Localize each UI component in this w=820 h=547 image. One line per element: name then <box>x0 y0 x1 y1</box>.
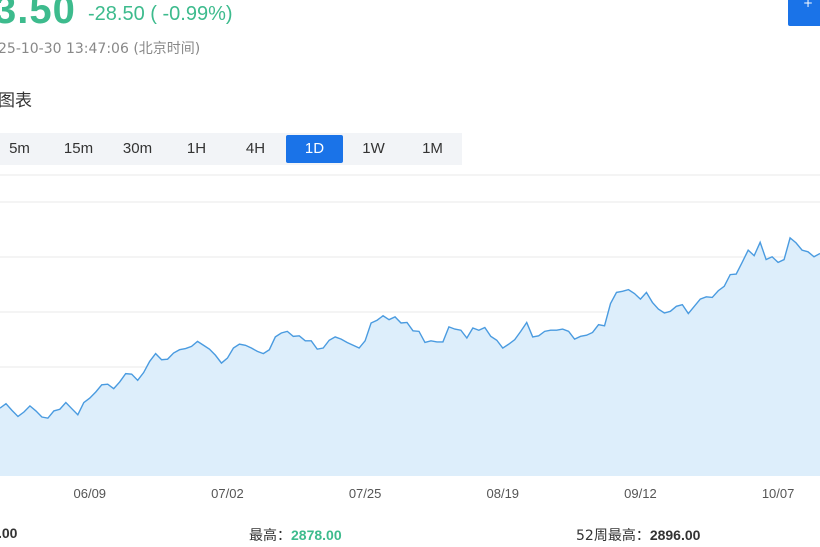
stat-value: .00 <box>0 525 18 541</box>
add-button[interactable]: + <box>788 0 820 26</box>
x-tick-label: 07/25 <box>349 486 382 501</box>
price-area <box>0 237 820 476</box>
tab-1m[interactable]: 1M <box>404 135 461 163</box>
x-tick-label: 09/12 <box>624 486 657 501</box>
tab-1d[interactable]: 1D <box>286 135 343 163</box>
price-change: -28.50 ( -0.99%) <box>88 3 233 25</box>
stat-value: 2896.00 <box>649 527 701 543</box>
x-tick-label: 06/09 <box>74 486 107 501</box>
stat-52w-high: 52周最高：2896.00 <box>576 525 700 545</box>
stat-value: 2878.00 <box>291 527 342 543</box>
current-price: 3.50 <box>0 0 76 32</box>
tab-4h[interactable]: 4H <box>227 135 284 163</box>
tab-1h[interactable]: 1H <box>168 135 225 163</box>
tab-1w[interactable]: 1W <box>345 135 402 163</box>
tab-15m[interactable]: 15m <box>50 135 107 163</box>
stats-row: .00 最高：2878.00 52周最高：2896.00 <box>0 525 820 545</box>
stat-high: 最高：2878.00 <box>249 525 342 545</box>
x-axis-ticks: 06/09 07/02 07/25 08/19 09/12 10/07 <box>74 486 795 501</box>
tab-5m[interactable]: 5m <box>0 135 48 163</box>
x-tick-label: 07/02 <box>211 486 244 501</box>
price-chart: 06/09 07/02 07/25 08/19 09/12 10/07 <box>0 174 820 501</box>
quote-timestamp: 25-10-30 13:47:06 (北京时间) <box>0 41 201 57</box>
timeframe-tabs: 5m 15m 30m 1H 4H 1D 1W 1M <box>0 133 462 165</box>
x-tick-label: 08/19 <box>487 486 520 501</box>
chart-section-title: 图表 <box>0 91 32 111</box>
stat-open: .00 <box>0 525 17 542</box>
stat-label: 最高： <box>249 528 291 544</box>
x-tick-label: 10/07 <box>762 486 795 501</box>
stat-label: 52周最高： <box>576 528 650 544</box>
tab-30m[interactable]: 30m <box>109 135 166 163</box>
